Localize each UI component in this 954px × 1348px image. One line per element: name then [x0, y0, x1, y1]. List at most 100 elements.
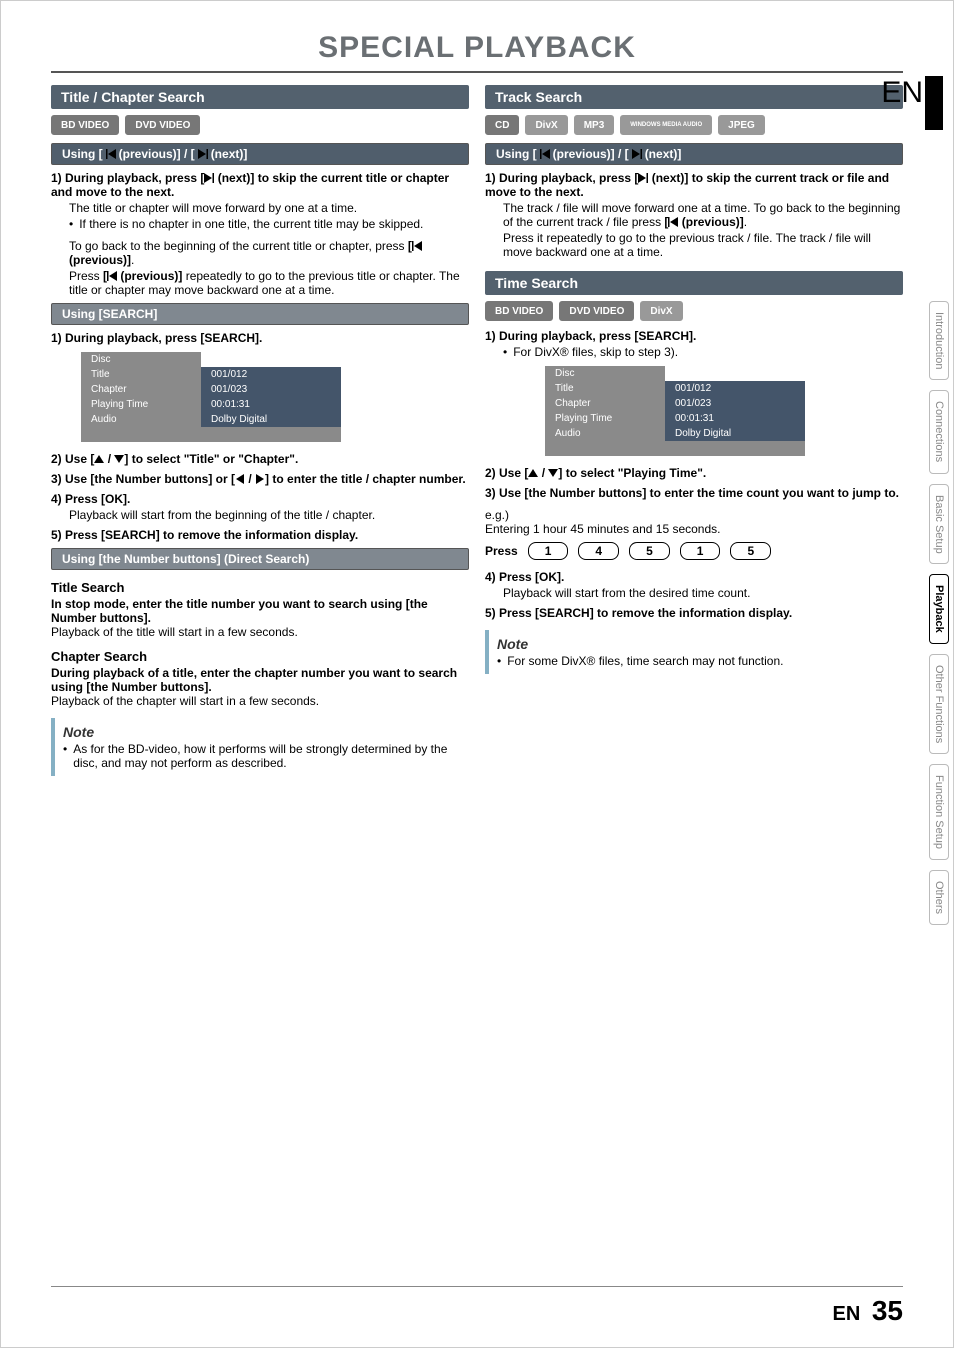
note-bullet: As for the BD-video, how it performs wil…: [63, 742, 461, 770]
next-track-icon: [638, 173, 648, 183]
text: Playback of the chapter will start in a …: [51, 694, 469, 708]
media-badges: CD DivX MP3 WINDOWS MEDIA AUDIO JPEG: [485, 115, 903, 135]
step: 5) Press [SEARCH] to remove the informat…: [51, 528, 469, 542]
next-track-icon: [198, 149, 208, 159]
step: 1) During playback, press [SEARCH].: [51, 331, 469, 345]
tab-playback[interactable]: Playback: [929, 574, 949, 644]
example-text: Entering 1 hour 45 minutes and 15 second…: [485, 522, 903, 536]
section-track-search: Track Search: [485, 85, 903, 109]
section-title-chapter-search: Title / Chapter Search: [51, 85, 469, 109]
osd-value: [201, 352, 341, 367]
number-key: 4: [578, 542, 619, 560]
text: During playback of a title, enter the ch…: [51, 666, 457, 694]
bullet: For DivX® files, skip to step 3).: [503, 345, 903, 359]
tab-connections[interactable]: Connections: [929, 390, 949, 473]
osd-value: 001/023: [201, 382, 341, 397]
subbar-prev-next: Using [ (previous)] / [ (next)]: [485, 143, 903, 165]
text: 1) During playback, press [SEARCH].: [485, 329, 696, 343]
tab-others[interactable]: Others: [929, 870, 949, 925]
text: 5) Press [SEARCH] to remove the informat…: [51, 528, 358, 542]
text: The title or chapter will move forward b…: [69, 201, 469, 215]
osd-value: Dolby Digital: [201, 412, 341, 427]
text: As for the BD-video, how it performs wil…: [73, 742, 461, 770]
prev-track-icon: [412, 241, 422, 251]
osd-value: 00:01:31: [665, 411, 805, 426]
number-key: 5: [629, 542, 670, 560]
step: 2) Use [ / ] to select "Playing Time".: [485, 466, 903, 480]
text: Playback will start from the desired tim…: [503, 586, 903, 600]
subbar-prev-next: Using [ (previous)] / [ (next)]: [51, 143, 469, 165]
number-key: 1: [528, 542, 569, 560]
step: 1) During playback, press [SEARCH]. For …: [485, 329, 903, 359]
text: Playback will start from the beginning o…: [69, 508, 469, 522]
osd-value: 00:01:31: [201, 397, 341, 412]
prev-track-icon: [668, 217, 678, 227]
up-icon: [528, 468, 538, 478]
language-marker: EN: [881, 76, 943, 130]
tab-function-setup[interactable]: Function Setup: [929, 764, 949, 860]
text: Press it repeatedly to go to the previou…: [503, 231, 903, 259]
osd-label: Playing Time: [81, 397, 201, 412]
text-line: The track / file will move forward one a…: [503, 201, 903, 229]
badge-wma: WINDOWS MEDIA AUDIO: [620, 115, 712, 135]
osd-label: Audio: [545, 426, 665, 441]
text: For some DivX® files, time search may no…: [507, 654, 783, 668]
text: (previous)]: [117, 269, 182, 283]
note-title: Note: [497, 636, 895, 652]
text-line: Press [ (previous)] repeatedly to go to …: [69, 269, 469, 297]
osd-footer: [81, 427, 341, 442]
left-icon: [235, 474, 245, 484]
tab-basic-setup[interactable]: Basic Setup: [929, 484, 949, 565]
osd-label: Chapter: [81, 382, 201, 397]
note-box: Note For some DivX® files, time search m…: [485, 630, 903, 674]
up-icon: [94, 454, 104, 464]
media-badges: BD VIDEO DVD VIDEO DivX: [485, 301, 903, 321]
page-footer: EN 35: [832, 1295, 903, 1327]
prev-track-icon: [107, 271, 117, 281]
title-rule: [51, 71, 903, 73]
text: 3) Use [the Number buttons] to enter the…: [485, 486, 899, 500]
prev-track-icon: [106, 149, 116, 159]
text: During playback of a title, enter the ch…: [51, 666, 469, 694]
right-icon: [255, 474, 265, 484]
osd-label: Playing Time: [545, 411, 665, 426]
next-track-icon: [632, 149, 642, 159]
note-bullet: For some DivX® files, time search may no…: [497, 654, 895, 668]
text: (previous)] / [: [553, 147, 629, 161]
number-key: 1: [680, 542, 721, 560]
tab-other-functions[interactable]: Other Functions: [929, 654, 949, 754]
note-box: Note As for the BD-video, how it perform…: [51, 718, 469, 776]
text: If there is no chapter in one title, the…: [79, 217, 423, 231]
badge-jpeg: JPEG: [718, 115, 765, 135]
text: ] to select "Playing Time".: [558, 466, 706, 480]
text: 1) During playback, press [: [51, 171, 204, 185]
text: .: [744, 215, 747, 229]
text: (next)]: [211, 147, 248, 161]
badge-divx: DivX: [640, 301, 682, 321]
prev-track-icon: [540, 149, 550, 159]
osd-label: Disc: [545, 366, 665, 381]
example-label: e.g.): [485, 508, 903, 522]
text: Playback of the title will start in a fe…: [51, 625, 469, 639]
text: 2) Use [: [51, 452, 94, 466]
section-tabs: Introduction Connections Basic Setup Pla…: [929, 301, 949, 925]
text: (previous)]: [678, 215, 743, 229]
step: 4) Press [OK]. Playback will start from …: [51, 492, 469, 522]
text: In stop mode, enter the title number you…: [51, 597, 469, 625]
text: 5) Press [SEARCH] to remove the informat…: [485, 606, 792, 620]
down-icon: [548, 468, 558, 478]
text: 1) During playback, press [SEARCH].: [51, 331, 262, 345]
text: ] to enter the title / chapter number.: [265, 472, 466, 486]
osd-label: Chapter: [545, 396, 665, 411]
step: 1) During playback, press [ (next)] to s…: [485, 171, 903, 259]
number-key: 5: [730, 542, 771, 560]
subbar-direct-search: Using [the Number buttons] (Direct Searc…: [51, 548, 469, 570]
osd-display: Disc Title001/012 Chapter001/023 Playing…: [81, 351, 469, 442]
text: For DivX® files, skip to step 3).: [513, 345, 678, 359]
text: .: [131, 253, 134, 267]
tab-introduction[interactable]: Introduction: [929, 301, 949, 380]
osd-value: 001/012: [665, 381, 805, 397]
text: To go back to the beginning of the curre…: [69, 239, 408, 253]
press-label: Press: [485, 544, 518, 558]
text: Press: [69, 269, 103, 283]
